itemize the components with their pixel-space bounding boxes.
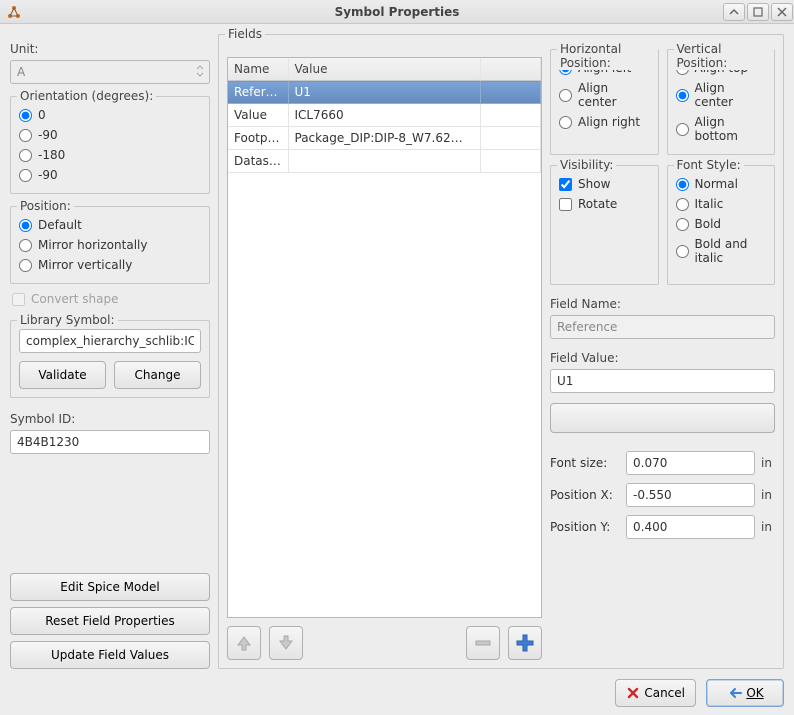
library-symbol-group: Library Symbol: Validate Change <box>10 320 210 398</box>
move-up-button[interactable] <box>227 626 261 660</box>
app-icon <box>6 4 22 20</box>
window-rollup-button[interactable] <box>723 3 745 21</box>
fields-table[interactable]: Name Value Reference U1 <box>227 57 542 618</box>
rotate-checkbox[interactable]: Rotate <box>559 194 650 214</box>
convert-shape-checkbox: Convert shape <box>10 290 210 308</box>
fontstyle-label: Font Style: <box>674 158 744 172</box>
font-style-group: Font Style: Normal Italic Bold Bold and … <box>667 165 776 285</box>
font-normal[interactable]: Normal <box>676 174 767 194</box>
posx-label: Position X: <box>550 488 620 502</box>
orientation-90[interactable]: -90 <box>19 165 201 185</box>
ok-icon <box>726 687 742 699</box>
font-italic[interactable]: Italic <box>676 194 767 214</box>
library-symbol-label: Library Symbol: <box>17 313 118 327</box>
table-row[interactable]: Datasheet <box>228 150 541 173</box>
col-name[interactable]: Name <box>228 58 288 81</box>
fields-frame: Fields Name Value <box>218 34 784 669</box>
left-panel: Unit: Orientation (degrees): 0 -90 -180 … <box>10 34 210 669</box>
align-right[interactable]: Align right <box>559 112 650 132</box>
orientation-n180[interactable]: -180 <box>19 145 201 165</box>
cancel-icon <box>626 686 640 700</box>
posx-row: Position X: in <box>550 483 775 507</box>
window-title: Symbol Properties <box>0 5 794 19</box>
col-pad <box>481 58 541 81</box>
browse-button[interactable] <box>550 403 775 433</box>
posy-input[interactable] <box>626 515 755 539</box>
cancel-button[interactable]: Cancel <box>615 679 696 707</box>
orientation-n90[interactable]: -90 <box>19 125 201 145</box>
edit-spice-button[interactable]: Edit Spice Model <box>10 573 210 601</box>
titlebar: Symbol Properties <box>0 0 794 24</box>
vertical-position-group: Vertical Position: Align top Align cente… <box>667 49 776 155</box>
align-center-h[interactable]: Align center <box>559 78 650 112</box>
library-symbol-input[interactable] <box>19 329 201 353</box>
horizontal-position-group: Horizontal Position: Align left Align ce… <box>550 49 659 155</box>
reset-fields-button[interactable]: Reset Field Properties <box>10 607 210 635</box>
font-size-input[interactable] <box>626 451 755 475</box>
position-mirror-h[interactable]: Mirror horizontally <box>19 235 201 255</box>
field-name-group: Field Name: <box>550 295 775 339</box>
update-fields-button[interactable]: Update Field Values <box>10 641 210 669</box>
move-down-button[interactable] <box>269 626 303 660</box>
posx-input[interactable] <box>626 483 755 507</box>
symbol-id-input[interactable] <box>10 430 210 454</box>
col-value[interactable]: Value <box>288 58 481 81</box>
unit-group: Unit: <box>10 40 210 84</box>
table-row[interactable]: Footprint Package_DIP:DIP-8_W7.62mm_Long… <box>228 127 541 150</box>
font-bold[interactable]: Bold <box>676 214 767 234</box>
field-value-input[interactable] <box>550 369 775 393</box>
dialog-buttons: Cancel OK <box>10 669 784 707</box>
change-button[interactable]: Change <box>114 361 201 389</box>
orientation-group: Orientation (degrees): 0 -90 -180 -90 <box>10 96 210 194</box>
chevron-updown-icon <box>196 64 204 78</box>
vpos-label: Vertical Position: <box>674 42 775 70</box>
symbol-id-group: Symbol ID: <box>10 410 210 454</box>
position-label: Position: <box>17 199 74 213</box>
position-group: Position: Default Mirror horizontally Mi… <box>10 206 210 284</box>
field-value-label: Field Value: <box>550 351 775 365</box>
field-value-group: Field Value: <box>550 349 775 393</box>
orientation-0[interactable]: 0 <box>19 105 201 125</box>
font-size-row: Font size: in <box>550 451 775 475</box>
ok-button[interactable]: OK <box>706 679 784 707</box>
field-name-input <box>550 315 775 339</box>
align-center-v[interactable]: Align center <box>676 78 767 112</box>
validate-button[interactable]: Validate <box>19 361 106 389</box>
show-checkbox[interactable]: Show <box>559 174 650 194</box>
table-row[interactable]: Reference U1 <box>228 81 541 104</box>
position-default[interactable]: Default <box>19 215 201 235</box>
unit-combo <box>10 60 210 84</box>
visibility-label: Visibility: <box>557 158 616 172</box>
window-maximize-button[interactable] <box>747 3 769 21</box>
align-bottom[interactable]: Align bottom <box>676 112 767 146</box>
font-bolditalic[interactable]: Bold and italic <box>676 234 767 268</box>
field-name-label: Field Name: <box>550 297 775 311</box>
posy-label: Position Y: <box>550 520 620 534</box>
hpos-label: Horizontal Position: <box>557 42 658 70</box>
unit-label: Unit: <box>10 42 210 56</box>
posy-row: Position Y: in <box>550 515 775 539</box>
table-row[interactable]: Value ICL7660 <box>228 104 541 127</box>
remove-field-button[interactable] <box>466 626 500 660</box>
symbol-id-label: Symbol ID: <box>10 412 210 426</box>
visibility-group: Visibility: Show Rotate <box>550 165 659 285</box>
position-mirror-v[interactable]: Mirror vertically <box>19 255 201 275</box>
unit-in: in <box>761 456 775 470</box>
add-field-button[interactable] <box>508 626 542 660</box>
font-size-label: Font size: <box>550 456 620 470</box>
orientation-label: Orientation (degrees): <box>17 89 156 103</box>
fields-label: Fields <box>225 27 265 41</box>
window-close-button[interactable] <box>771 3 793 21</box>
